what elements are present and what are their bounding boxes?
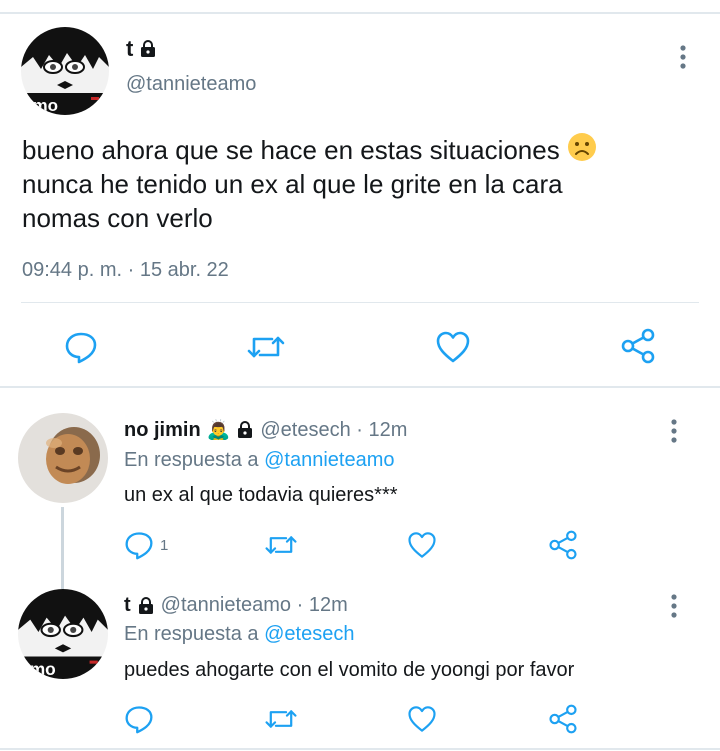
reply-1-handle-time[interactable]: @etesech · 12m <box>260 419 407 442</box>
kebab-menu-icon[interactable] <box>671 44 695 70</box>
reply-1-replying-prefix: En respuesta a <box>124 449 259 471</box>
share-icon <box>620 328 656 364</box>
divider <box>21 302 699 303</box>
like-button[interactable] <box>435 330 471 364</box>
reply-2-display-name[interactable]: t <box>124 594 131 617</box>
share-button[interactable] <box>548 530 578 560</box>
reply-count: 1 <box>160 536 169 554</box>
tweet-text-line-1: bueno ahora que se hace en estas situaci… <box>22 135 560 165</box>
tweet-text-line-2: nunca he tenido un ex al que le grite en… <box>22 169 563 199</box>
reply-1-emoji: 🙇‍♂️ <box>206 420 231 441</box>
speech-bubble-icon <box>124 704 154 734</box>
retweet-button[interactable] <box>246 330 286 364</box>
reply-button[interactable] <box>124 704 154 734</box>
speech-bubble-icon <box>64 330 98 364</box>
reply-button[interactable] <box>64 330 98 364</box>
sad-face-emoji <box>567 132 597 162</box>
avatar-text: amo <box>20 659 56 679</box>
reply-1-header: no jimin 🙇‍♂️ @etesech · 12m <box>124 418 407 442</box>
heart-icon <box>435 330 471 364</box>
share-button[interactable] <box>620 328 656 364</box>
reply-1-mention-link[interactable]: @tannieteamo <box>264 449 394 471</box>
avatar-text: amo <box>23 96 58 115</box>
tweet-text-line-3: nomas con verlo <box>22 203 213 233</box>
reply-2-replying-prefix: En respuesta a <box>124 623 259 645</box>
reply-2-text: puedes ahogarte con el vomito de yoongi … <box>124 659 575 681</box>
tweet-text: bueno ahora que se hace en estas situaci… <box>22 132 682 235</box>
reply-button[interactable]: 1 <box>124 530 168 560</box>
tweet-timestamp[interactable]: 09:44 p. m. · 15 abr. 22 <box>22 259 229 282</box>
like-button[interactable] <box>407 530 437 560</box>
reply-2-handle-time[interactable]: @tannieteamo · 12m <box>161 594 348 617</box>
like-button[interactable] <box>407 704 437 734</box>
reply-2-mention-link[interactable]: @etesech <box>264 623 354 645</box>
share-button[interactable] <box>548 704 578 734</box>
bottom-divider <box>0 748 720 750</box>
retweet-button[interactable] <box>264 704 298 734</box>
share-icon <box>548 530 578 560</box>
heart-icon <box>407 704 437 734</box>
lock-icon <box>139 40 157 58</box>
reply-2-actions <box>0 702 720 742</box>
retweet-icon <box>246 330 286 364</box>
reply-2-replying-to: En respuesta a @etesech <box>124 623 354 646</box>
avatar-main[interactable]: amo <box>21 27 109 115</box>
author-name-row: t <box>126 36 157 62</box>
lock-icon <box>236 421 254 439</box>
share-icon <box>548 704 578 734</box>
retweet-icon <box>264 530 298 560</box>
lock-icon <box>137 596 155 615</box>
reply-1-text: un ex al que todavia quieres*** <box>124 484 398 506</box>
reply-1-replying-to: En respuesta a @tannieteamo <box>124 449 394 472</box>
author-display-name[interactable]: t <box>126 36 133 62</box>
kebab-menu-icon[interactable] <box>662 418 686 444</box>
retweet-icon <box>264 704 298 734</box>
reply-1-actions: 1 <box>0 528 720 568</box>
author-handle[interactable]: @tannieteamo <box>126 73 256 96</box>
heart-icon <box>407 530 437 560</box>
reply-1-display-name[interactable]: no jimin <box>124 419 201 442</box>
kebab-menu-icon[interactable] <box>662 593 686 619</box>
speech-bubble-icon <box>124 530 154 560</box>
tweet-actions <box>0 322 720 372</box>
retweet-button[interactable] <box>264 530 298 560</box>
section-divider <box>0 386 720 388</box>
avatar-reply-1[interactable] <box>18 413 108 503</box>
reply-2-header: t @tannieteamo · 12m <box>124 594 348 617</box>
top-divider <box>0 12 720 14</box>
avatar-reply-2[interactable]: amo <box>18 589 108 679</box>
